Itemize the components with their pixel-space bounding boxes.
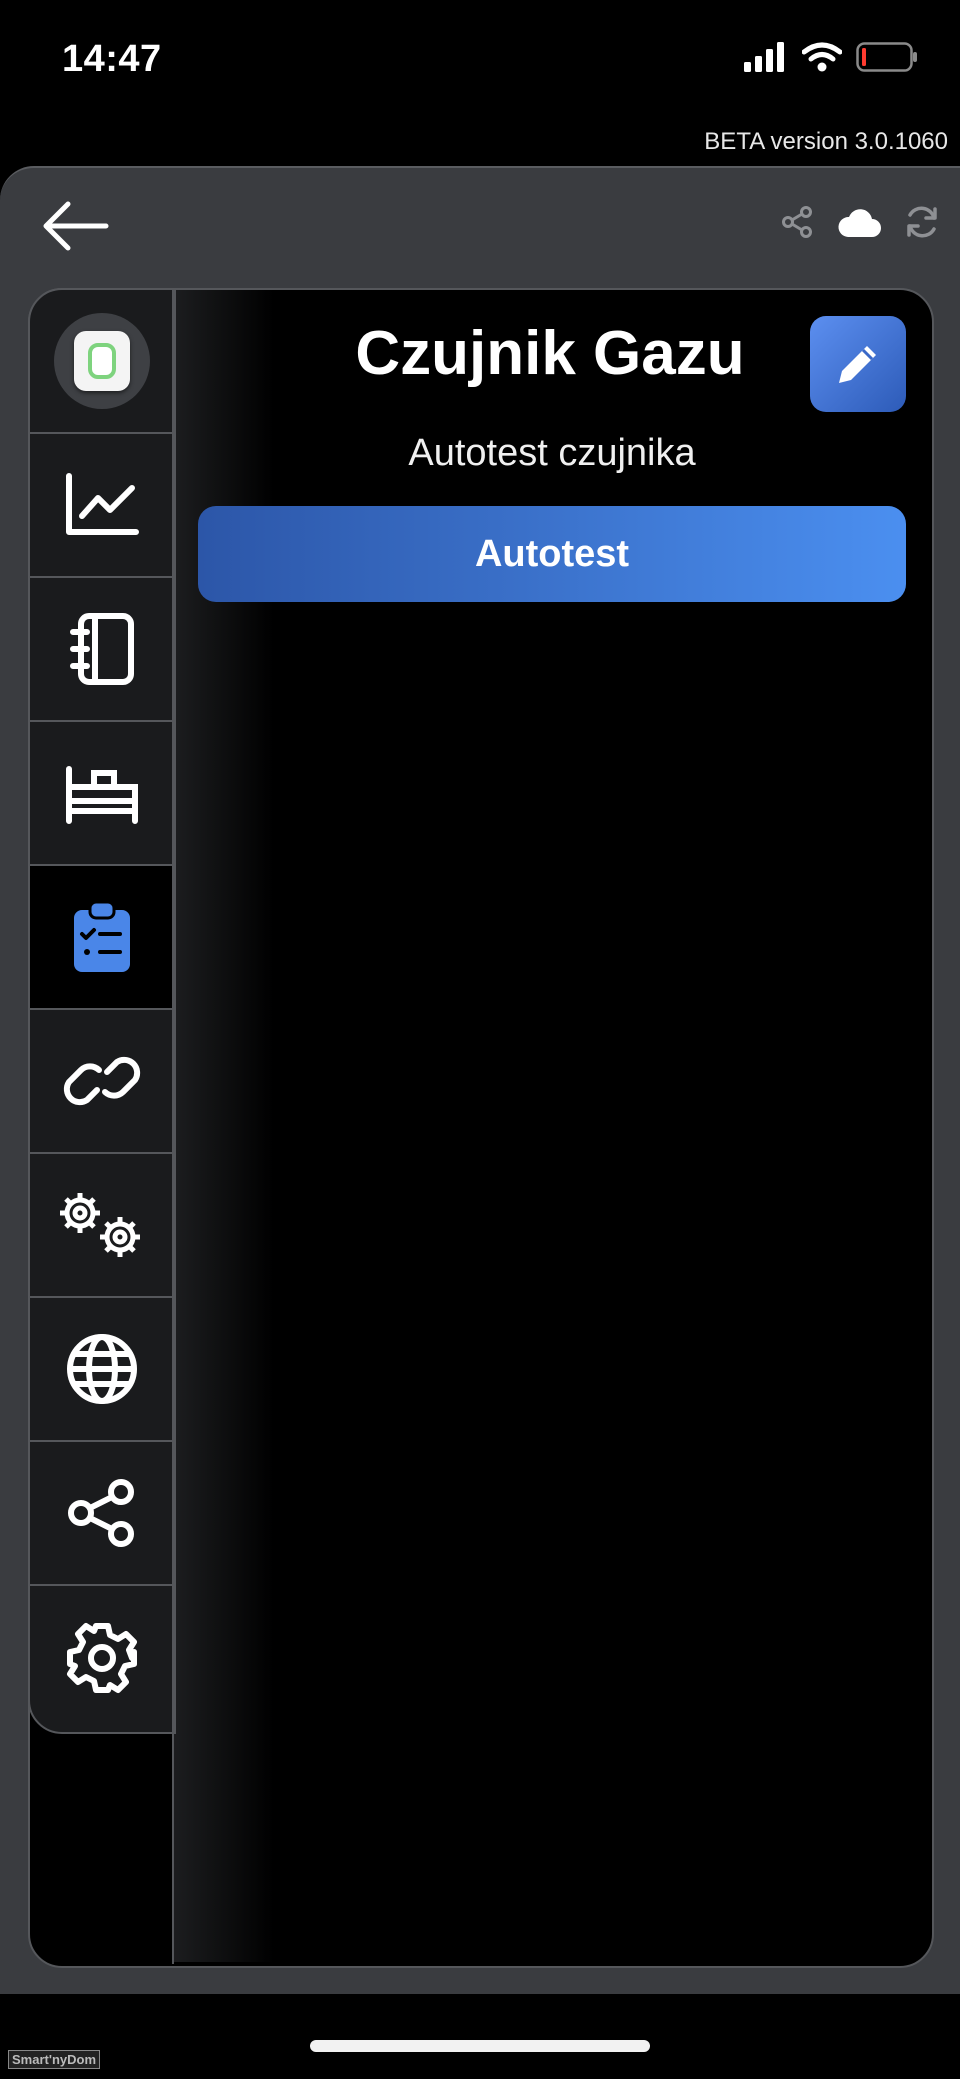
tab-notebook[interactable] xyxy=(30,578,174,722)
device-title: Czujnik Gazu xyxy=(355,319,745,388)
tab-share[interactable] xyxy=(30,1442,174,1586)
sidebar-tabs xyxy=(28,288,176,1734)
tab-autotest[interactable] xyxy=(30,866,174,1010)
autotest-button[interactable]: Autotest xyxy=(198,506,906,602)
status-time: 14:47 xyxy=(62,38,162,80)
battery-icon xyxy=(856,42,917,72)
share-icon[interactable] xyxy=(780,205,814,239)
bed-icon xyxy=(66,766,138,824)
tab-chart[interactable] xyxy=(30,434,174,578)
sidebar-divider xyxy=(172,288,174,1964)
tab-globe[interactable] xyxy=(30,1298,174,1442)
tab-device[interactable] xyxy=(30,290,174,434)
link-icon xyxy=(63,1056,141,1106)
status-icons xyxy=(744,42,918,72)
section-label: Autotest czujnika xyxy=(408,432,696,474)
edit-button[interactable] xyxy=(810,316,906,412)
watermark-logo: Smart'nyDom xyxy=(8,2050,100,2069)
home-indicator[interactable] xyxy=(310,2040,650,2052)
signal-icon xyxy=(744,42,784,72)
beta-version-label: BETA version 3.0.1060 xyxy=(704,128,948,155)
header-actions xyxy=(780,205,940,239)
refresh-icon[interactable] xyxy=(904,205,940,239)
chart-line-icon xyxy=(66,473,139,535)
globe-icon xyxy=(67,1334,137,1404)
gears-icon xyxy=(60,1193,140,1257)
tab-gears[interactable] xyxy=(30,1154,174,1298)
tab-link[interactable] xyxy=(30,1010,174,1154)
device-thumbnail xyxy=(54,313,150,409)
notebook-icon xyxy=(70,613,134,685)
status-bar: 14:47 xyxy=(0,0,960,118)
pencil-icon xyxy=(839,346,876,383)
back-arrow-icon[interactable] xyxy=(40,196,112,256)
share-nodes-icon xyxy=(68,1479,134,1547)
clipboard-checklist-icon xyxy=(74,900,130,972)
wifi-icon xyxy=(802,42,842,72)
cloud-icon[interactable] xyxy=(836,205,882,239)
tab-bed[interactable] xyxy=(30,722,174,866)
tab-settings[interactable] xyxy=(30,1586,174,1730)
settings-gear-icon xyxy=(67,1623,137,1693)
